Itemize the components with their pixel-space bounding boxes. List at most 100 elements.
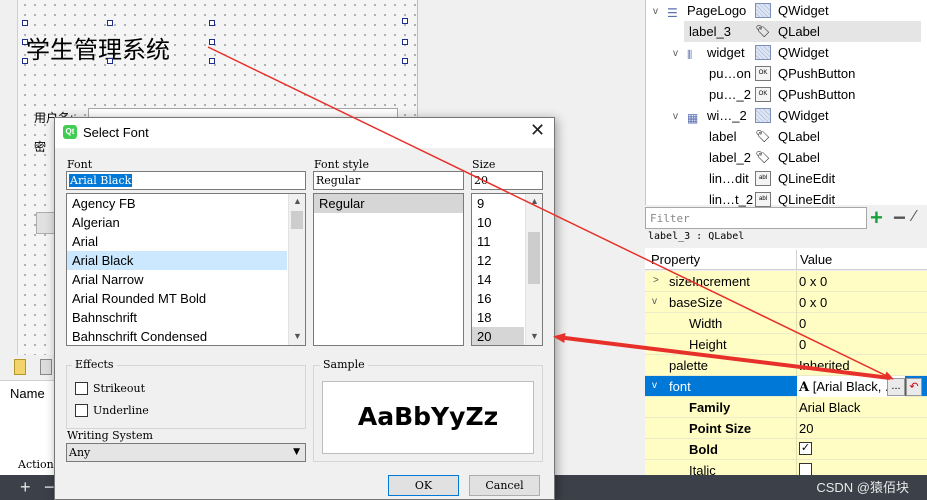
property-row-size-increment[interactable]: > sizeIncrement 0 x 0	[645, 271, 927, 292]
property-filter-input[interactable]: Filter	[645, 207, 867, 229]
font-list-item[interactable]: Arial Rounded MT Bold	[67, 289, 287, 308]
reset-property-icon[interactable]: ↶	[906, 378, 922, 396]
resize-handle[interactable]	[107, 58, 113, 64]
size-list-item[interactable]: 16	[472, 289, 524, 308]
strikeout-label[interactable]: Strikeout	[93, 382, 145, 395]
property-row-palette[interactable]: palette Inherited	[645, 355, 927, 376]
scroll-down-icon[interactable]: ▼	[530, 331, 539, 341]
sample-label: Sample	[320, 358, 368, 371]
push-button-widget[interactable]	[36, 212, 56, 234]
tree-row[interactable]: v ☰ PageLogo QWidget	[645, 0, 927, 21]
chevron-down-icon[interactable]: v	[673, 43, 678, 64]
list-item[interactable]: Regular	[314, 194, 463, 213]
value-column-header[interactable]: Value	[800, 252, 832, 267]
font-list-item[interactable]: Arial Black	[67, 251, 287, 270]
font-list-item[interactable]: Arial	[67, 232, 287, 251]
size-label: Size	[472, 158, 496, 171]
resize-handle[interactable]	[209, 39, 215, 45]
font-name-input[interactable]: Arial Black	[66, 171, 306, 190]
cancel-button[interactable]: Cancel	[469, 475, 540, 496]
strikeout-checkbox[interactable]	[75, 382, 88, 395]
tree-row[interactable]: pu…_2 OK QPushButton	[645, 84, 927, 105]
resize-handle[interactable]	[402, 58, 408, 64]
scroll-down-icon[interactable]: ▼	[293, 331, 302, 341]
chevron-down-icon[interactable]: v	[653, 1, 658, 22]
resize-handle[interactable]	[22, 20, 28, 26]
size-input[interactable]: 20	[471, 171, 543, 190]
ok-button[interactable]: OK	[388, 475, 459, 496]
underline-checkbox[interactable]	[75, 404, 88, 417]
action-tab-label[interactable]: Action	[18, 458, 54, 471]
chevron-down-icon[interactable]: v	[652, 296, 657, 307]
property-row-font[interactable]: v font A [Arial Black, ...	[645, 376, 927, 397]
resize-handle[interactable]	[402, 18, 408, 24]
font-list-item[interactable]: Bahnschrift Condensed	[67, 327, 287, 345]
property-row-height[interactable]: Height 0	[645, 334, 927, 355]
font-style-list[interactable]: Regular	[313, 193, 464, 346]
push-button-icon: OK	[755, 66, 771, 81]
remove-dynamic-property-icon[interactable]: −	[893, 205, 906, 231]
resize-handle[interactable]	[209, 58, 215, 64]
password-label-widget[interactable]: 密	[34, 138, 46, 155]
resize-handle[interactable]	[22, 39, 28, 45]
font-style-input[interactable]: Regular	[313, 171, 464, 190]
sample-preview: AaBbYyZz	[322, 381, 534, 454]
tree-row[interactable]: label 🏷 QLabel	[645, 126, 927, 147]
font-list-item[interactable]: Bahnschrift	[67, 308, 287, 327]
tree-item-class: QWidget	[778, 45, 829, 60]
property-row-point-size[interactable]: Point Size 20	[645, 418, 927, 439]
resize-handle[interactable]	[209, 20, 215, 26]
tree-row[interactable]: label_2 🏷 QLabel	[645, 147, 927, 168]
add-icon[interactable]: +	[20, 475, 31, 500]
size-list-item[interactable]: 9	[472, 194, 524, 213]
resize-handle[interactable]	[107, 20, 113, 26]
font-icon: A	[799, 380, 810, 395]
size-list-item[interactable]: 10	[472, 213, 524, 232]
tree-row[interactable]: v ⦀ widget QWidget	[645, 42, 927, 63]
scroll-thumb[interactable]	[291, 211, 303, 229]
remove-icon[interactable]: −	[44, 475, 55, 500]
font-list-item[interactable]: Arial Narrow	[67, 270, 287, 289]
tree-item-class: QPushButton	[778, 66, 856, 81]
property-row-bold[interactable]: Bold ✓	[645, 439, 927, 460]
font-list-scrollbar[interactable]: ▲ ▼	[288, 194, 305, 345]
scroll-up-icon[interactable]: ▲	[530, 196, 539, 206]
copy-action-icon[interactable]	[40, 359, 52, 375]
tree-row[interactable]: v ▦ wi…_2 QWidget	[645, 105, 927, 126]
scroll-up-icon[interactable]: ▲	[293, 196, 302, 206]
chevron-right-icon[interactable]: >	[653, 275, 659, 286]
font-list-item[interactable]: Agency FB	[67, 194, 287, 213]
name-column-header[interactable]: Name	[10, 386, 45, 401]
bold-checkbox[interactable]: ✓	[799, 442, 812, 455]
font-browse-button[interactable]: ...	[887, 378, 905, 396]
size-list-item[interactable]: 20	[472, 327, 524, 345]
add-dynamic-property-icon[interactable]: +	[870, 205, 883, 231]
property-column-header[interactable]: Property	[651, 252, 700, 267]
configure-icon[interactable]: ⁄	[913, 208, 916, 226]
chevron-down-icon[interactable]: v	[652, 380, 657, 391]
font-list[interactable]: Agency FB Algerian Arial Arial Black Arial N…	[66, 193, 306, 346]
chevron-down-icon[interactable]: v	[673, 106, 678, 127]
underline-label[interactable]: Underline	[93, 404, 149, 417]
property-row-family[interactable]: Family Arial Black	[645, 397, 927, 418]
tree-row[interactable]: pu…on OK QPushButton	[645, 63, 927, 84]
size-list-item[interactable]: 11	[472, 232, 524, 251]
column-divider[interactable]	[796, 250, 797, 270]
title-label-widget[interactable]: 学生管理系统	[26, 30, 170, 65]
resize-handle[interactable]	[402, 39, 408, 45]
font-list-item[interactable]: Algerian	[67, 213, 287, 232]
close-icon[interactable]: ✕	[530, 120, 545, 141]
scroll-thumb[interactable]	[528, 232, 540, 284]
size-list-item[interactable]: 12	[472, 251, 524, 270]
tree-row[interactable]: label_3 🏷 QLabel	[684, 21, 921, 42]
size-list-item[interactable]: 18	[472, 308, 524, 327]
size-list-scrollbar[interactable]: ▲ ▼	[525, 194, 542, 345]
size-list[interactable]: 9 10 11 12 14 16 18 20 ▲ ▼	[471, 193, 543, 346]
writing-system-select[interactable]: Any ▼	[66, 443, 306, 462]
property-row-width[interactable]: Width 0	[645, 313, 927, 334]
tree-row[interactable]: lin…dit abl QLineEdit	[645, 168, 927, 189]
size-list-item[interactable]: 14	[472, 270, 524, 289]
resize-handle[interactable]	[22, 58, 28, 64]
new-action-icon[interactable]	[14, 359, 26, 375]
property-row-base-size[interactable]: v baseSize 0 x 0	[645, 292, 927, 313]
